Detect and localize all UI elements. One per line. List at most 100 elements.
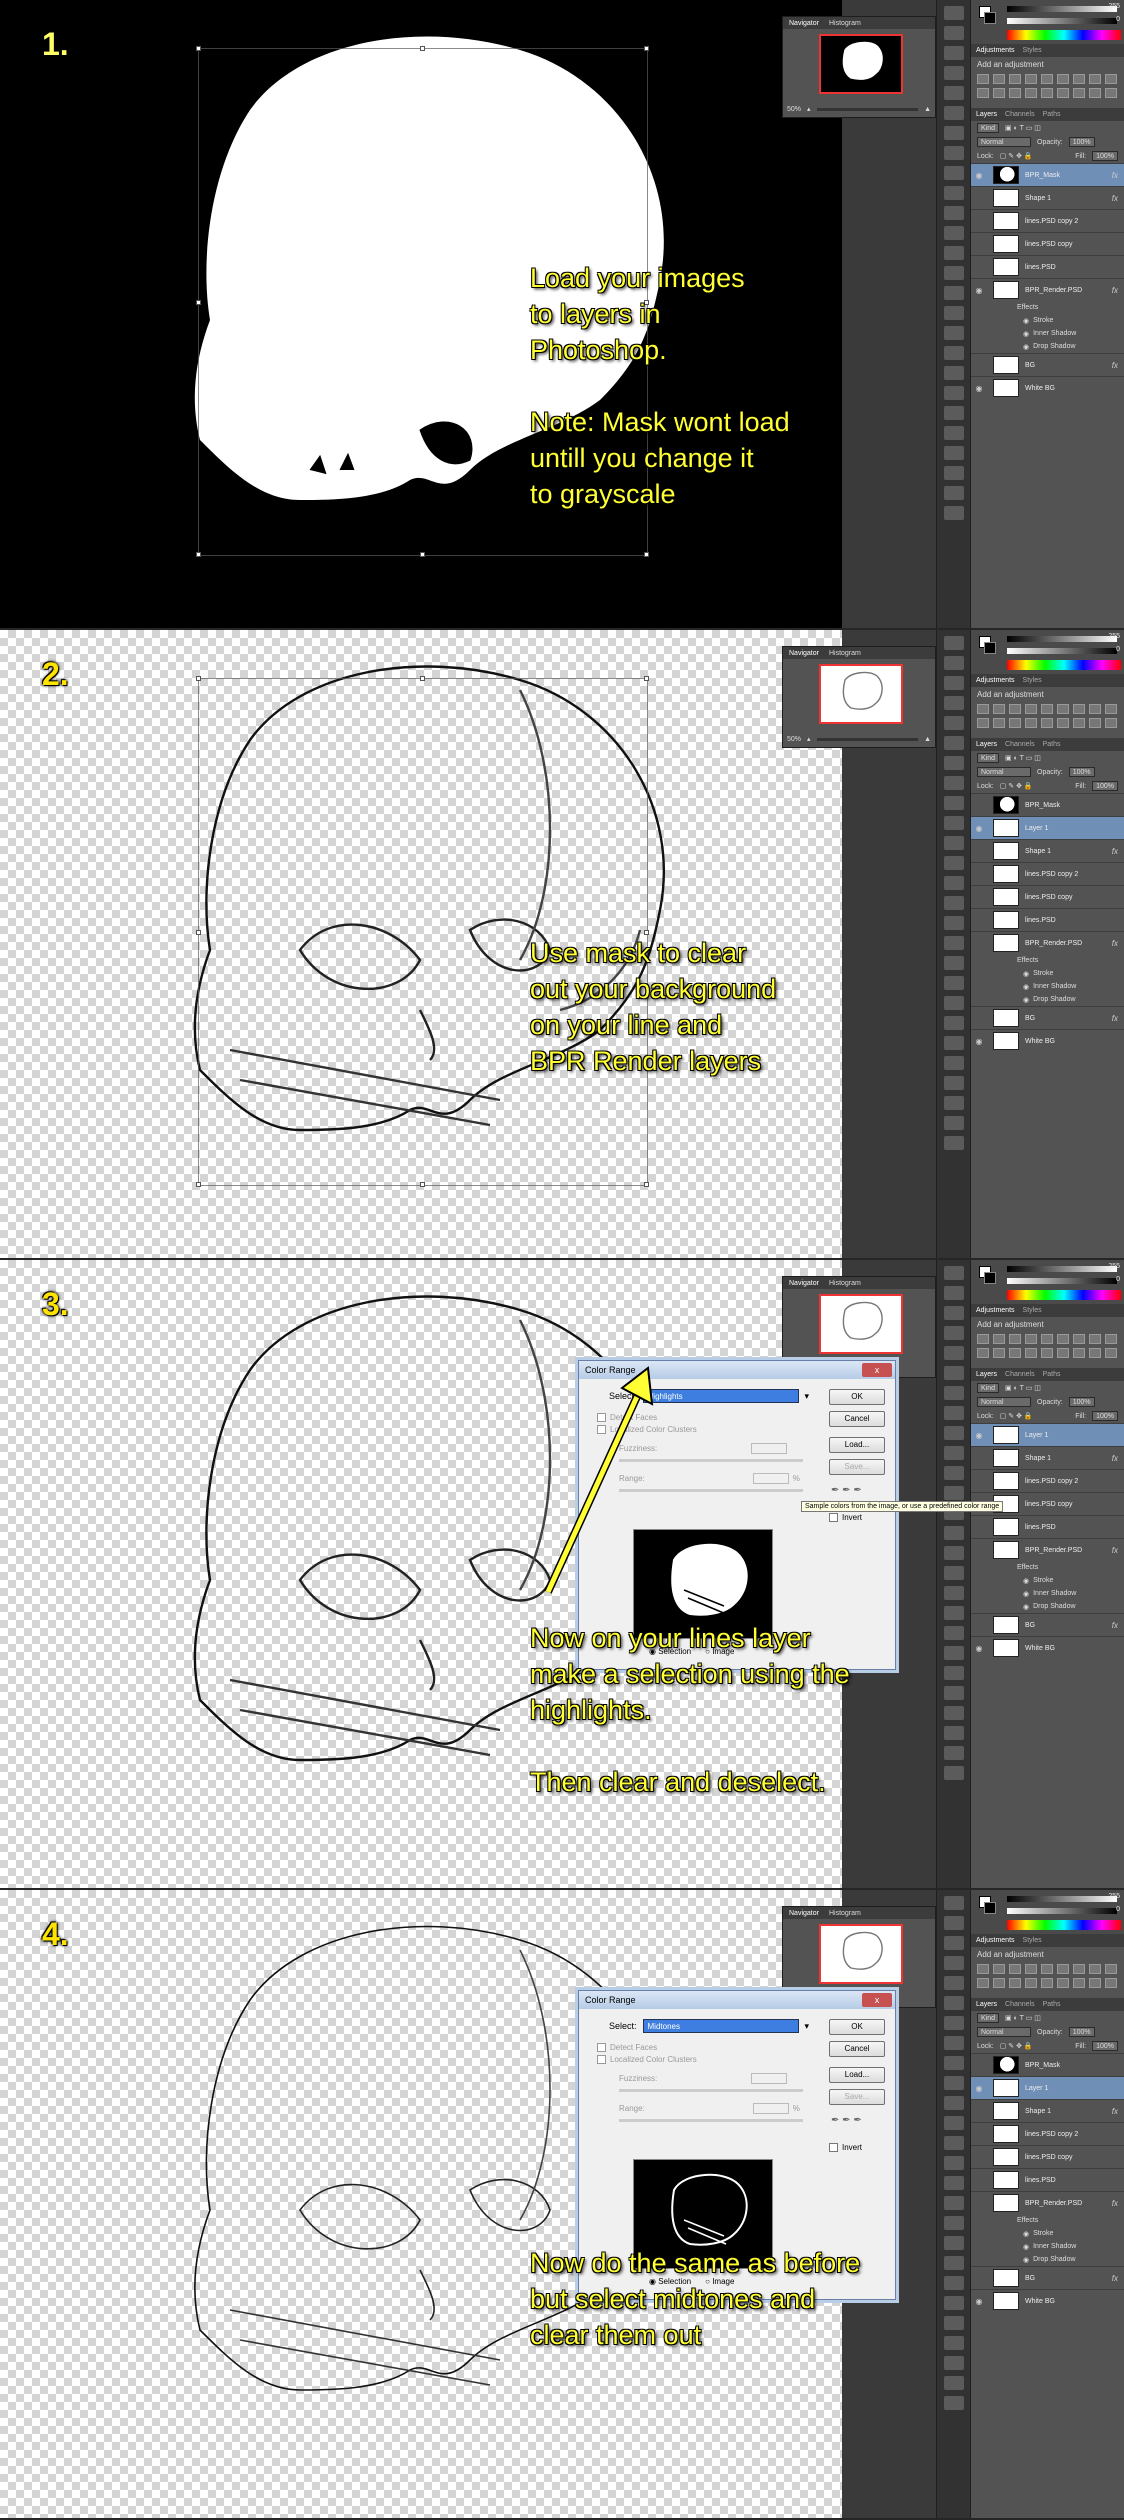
adjustment-icon[interactable]: [1025, 1978, 1037, 1988]
adjustment-icon[interactable]: [1089, 1964, 1101, 1974]
adjustment-icon[interactable]: [1009, 718, 1021, 728]
tool-button[interactable]: [943, 916, 964, 930]
tool-button[interactable]: [943, 2256, 964, 2270]
adjustment-icon[interactable]: [1073, 1348, 1085, 1358]
effect-item[interactable]: ◉ Inner Shadow: [971, 980, 1124, 993]
eyedropper-icons[interactable]: ✒ ✒ ✒: [831, 1485, 862, 1496]
navigator-preview[interactable]: [819, 1924, 903, 1984]
tab-adjustments[interactable]: Adjustments: [976, 677, 1015, 684]
range-input[interactable]: [752, 1473, 789, 1484]
transform-bounding-box[interactable]: [198, 678, 648, 1186]
opacity-input[interactable]: 100%: [1068, 137, 1095, 147]
fx-icon[interactable]: fx: [1112, 847, 1118, 856]
ok-button[interactable]: OK: [829, 1389, 885, 1405]
effect-eye-icon[interactable]: ◉: [1023, 2230, 1029, 2238]
tool-button[interactable]: [943, 2036, 964, 2050]
effect-eye-icon[interactable]: ◉: [1023, 330, 1029, 338]
adjustment-icon[interactable]: [1025, 1334, 1037, 1344]
effect-eye-icon[interactable]: ◉: [1023, 317, 1029, 325]
adjustment-icon[interactable]: [1041, 88, 1053, 98]
adjustment-icon[interactable]: [993, 88, 1005, 98]
fx-icon[interactable]: fx: [1112, 2199, 1118, 2208]
tool-button[interactable]: [943, 486, 964, 500]
tool-button[interactable]: [943, 366, 964, 380]
tool-button[interactable]: [943, 2356, 964, 2370]
layer-row[interactable]: Shape 1 fx: [971, 2099, 1124, 2122]
fx-icon[interactable]: fx: [1112, 1621, 1118, 1630]
fuzziness-slider[interactable]: [619, 2089, 803, 2092]
adjustment-icon[interactable]: [1009, 1978, 1021, 1988]
tool-button[interactable]: [943, 736, 964, 750]
layer-row[interactable]: lines.PSD copy: [971, 2145, 1124, 2168]
color-slider[interactable]: [1007, 1278, 1117, 1284]
ok-button[interactable]: OK: [829, 2019, 885, 2035]
adjustment-icon[interactable]: [1073, 88, 1085, 98]
tool-button[interactable]: [943, 466, 964, 480]
adjustment-icon[interactable]: [1089, 74, 1101, 84]
tool-button[interactable]: [943, 976, 964, 990]
color-slider[interactable]: [1007, 648, 1117, 654]
adjustment-icon[interactable]: [1105, 88, 1117, 98]
adjustment-icon[interactable]: [1009, 74, 1021, 84]
adjustment-icon[interactable]: [1041, 1964, 1053, 1974]
fx-icon[interactable]: fx: [1112, 171, 1118, 180]
tool-button[interactable]: [943, 286, 964, 300]
effect-item[interactable]: ◉ Inner Shadow: [971, 327, 1124, 340]
adjustment-icon[interactable]: [1057, 1348, 1069, 1358]
fx-icon[interactable]: fx: [1112, 1014, 1118, 1023]
effect-eye-icon[interactable]: ◉: [1023, 343, 1029, 351]
tool-button[interactable]: [943, 6, 964, 20]
adjustment-icon[interactable]: [1073, 718, 1085, 728]
layer-row[interactable]: ◉ White BG: [971, 1636, 1124, 1659]
layer-row[interactable]: lines.PSD copy 2: [971, 2122, 1124, 2145]
eyedropper-icons[interactable]: ✒ ✒ ✒: [831, 2115, 862, 2126]
adjustment-icon[interactable]: [1089, 1348, 1101, 1358]
tool-button[interactable]: [943, 796, 964, 810]
save-button[interactable]: Save...: [829, 1459, 885, 1475]
localized-clusters-checkbox[interactable]: Localized Color Clusters: [597, 2055, 697, 2064]
layer-row[interactable]: ◉ BPR_Render.PSD fx: [971, 278, 1124, 301]
adjustment-icon[interactable]: [1009, 1964, 1021, 1974]
layer-row[interactable]: BPR_Render.PSD fx: [971, 2191, 1124, 2214]
adjustment-icon[interactable]: [1025, 718, 1037, 728]
zoom-out-icon[interactable]: ▴: [807, 105, 811, 113]
adjustment-icon[interactable]: [1057, 718, 1069, 728]
effect-item[interactable]: ◉ Drop Shadow: [971, 1600, 1124, 1613]
tool-button[interactable]: [943, 46, 964, 60]
layer-row[interactable]: ◉ White BG: [971, 1029, 1124, 1052]
effect-eye-icon[interactable]: ◉: [1023, 1603, 1029, 1611]
layer-row[interactable]: BPR_Render.PSD fx: [971, 1538, 1124, 1561]
adjustment-icon[interactable]: [1057, 1964, 1069, 1974]
tab-histogram[interactable]: Histogram: [829, 1280, 861, 1287]
visibility-eye-icon[interactable]: ◉: [971, 1431, 987, 1440]
fill-input[interactable]: 100%: [1092, 151, 1118, 161]
tool-button[interactable]: [943, 1266, 964, 1280]
adjustment-icon[interactable]: [1073, 74, 1085, 84]
color-spectrum[interactable]: [1007, 30, 1121, 40]
effect-eye-icon[interactable]: ◉: [1023, 983, 1029, 991]
tool-button[interactable]: [943, 1056, 964, 1070]
adjustment-icon[interactable]: [1105, 74, 1117, 84]
background-color-swatch[interactable]: [984, 12, 996, 24]
tab-layers[interactable]: Layers: [976, 111, 997, 118]
effect-item[interactable]: ◉ Stroke: [971, 2227, 1124, 2240]
zoom-percentage[interactable]: 50%: [787, 736, 801, 743]
tool-button[interactable]: [943, 506, 964, 520]
layer-row[interactable]: ◉ White BG: [971, 2289, 1124, 2312]
tool-button[interactable]: [943, 2176, 964, 2190]
tool-button[interactable]: [943, 1016, 964, 1030]
adjustment-icon[interactable]: [977, 718, 989, 728]
tool-button[interactable]: [943, 1406, 964, 1420]
filter-icons[interactable]: ▣ ◐ T ▭ ◫: [1005, 2014, 1041, 2022]
tab-channels[interactable]: Channels: [1005, 111, 1035, 118]
adjustment-icon[interactable]: [1073, 1964, 1085, 1974]
adjustment-icon[interactable]: [977, 1348, 989, 1358]
effect-item[interactable]: ◉ Stroke: [971, 967, 1124, 980]
tool-button[interactable]: [943, 1326, 964, 1340]
tool-button[interactable]: [943, 1936, 964, 1950]
transform-handle[interactable]: [196, 930, 201, 935]
adjustment-icon[interactable]: [1041, 1334, 1053, 1344]
adjustment-icon[interactable]: [1057, 88, 1069, 98]
tool-button[interactable]: [943, 386, 964, 400]
effect-eye-icon[interactable]: ◉: [1023, 1590, 1029, 1598]
